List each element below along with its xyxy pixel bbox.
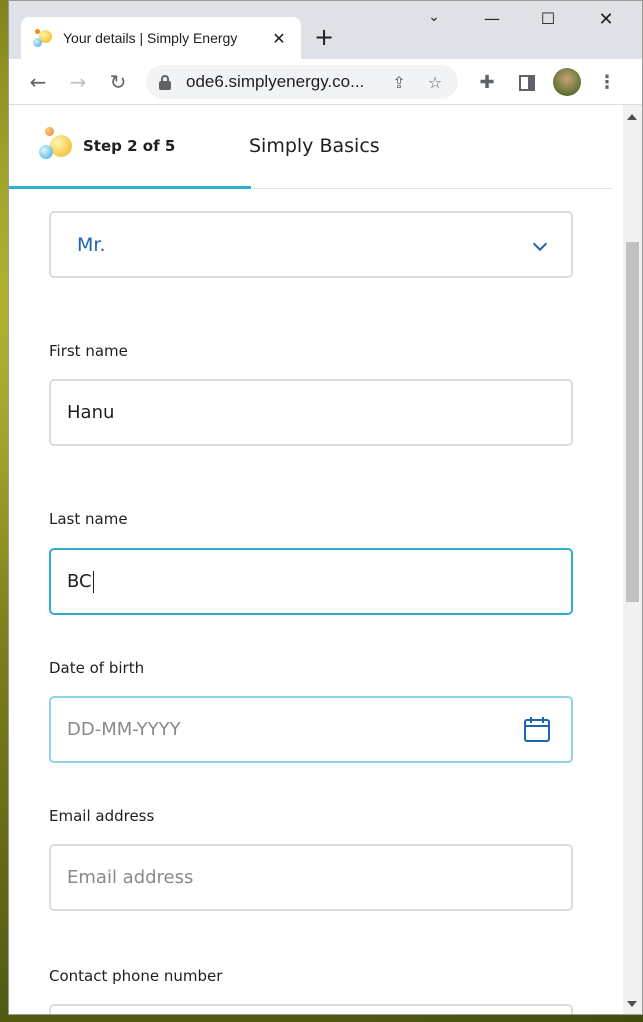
more-menu-icon[interactable]: ⋮: [595, 71, 619, 95]
side-panel-icon[interactable]: [515, 71, 539, 95]
contact-phone-field[interactable]: [49, 1004, 573, 1014]
email-label: Email address: [49, 807, 155, 825]
scroll-up-arrow-icon[interactable]: [627, 114, 637, 120]
browser-toolbar: ← → ↻ ode6.simplyenergy.co... ⇪ ☆ ✚ ⋮: [9, 59, 642, 105]
close-window-button[interactable]: ✕: [591, 9, 621, 33]
title-select-value: Mr.: [77, 233, 106, 256]
page-scrollbar[interactable]: [623, 105, 642, 1014]
details-form: Mr. First name Hanu Last name BC Date of…: [49, 211, 573, 1014]
simply-energy-favicon-icon: [33, 28, 53, 48]
simply-energy-logo-icon: [39, 127, 73, 161]
chevron-down-icon[interactable]: [532, 236, 548, 252]
plan-name: Simply Basics: [249, 135, 380, 157]
lock-icon[interactable]: [158, 75, 172, 90]
scroll-down-arrow-icon[interactable]: [627, 1001, 637, 1007]
scrollbar-thumb[interactable]: [626, 242, 639, 602]
contact-phone-label: Contact phone number: [49, 967, 223, 985]
step-indicator: Step 2 of 5: [83, 137, 176, 155]
step-progress-bar: Step 2 of 5 Simply Basics: [9, 105, 613, 189]
title-select[interactable]: Mr.: [49, 211, 573, 278]
url-text[interactable]: ode6.simplyenergy.co...: [186, 72, 374, 92]
browser-window: Your details | Simply Energy ✕ + ⌄ — ☐ ✕…: [8, 0, 643, 1015]
minimize-button[interactable]: —: [477, 9, 507, 33]
tab-strip: Your details | Simply Energy ✕ + ⌄ — ☐ ✕: [9, 1, 642, 59]
forward-arrow-icon[interactable]: →: [65, 69, 91, 95]
last-name-label: Last name: [49, 510, 128, 528]
address-bar[interactable]: ode6.simplyenergy.co... ⇪ ☆: [146, 65, 458, 99]
first-name-field[interactable]: Hanu: [49, 379, 573, 446]
text-cursor: [92, 570, 95, 593]
tab-close-icon[interactable]: ✕: [269, 29, 289, 48]
profile-avatar[interactable]: [553, 68, 581, 96]
bookmark-star-icon[interactable]: ☆: [424, 73, 446, 92]
maximize-button[interactable]: ☐: [533, 9, 563, 33]
share-icon[interactable]: ⇪: [388, 73, 410, 92]
first-name-value: Hanu: [67, 402, 115, 423]
email-placeholder: Email address: [67, 867, 194, 888]
first-name-label: First name: [49, 342, 128, 360]
page-content: Step 2 of 5 Simply Basics Mr. First name…: [9, 105, 613, 1014]
date-of-birth-label: Date of birth: [49, 659, 145, 677]
last-name-value: BC: [67, 571, 92, 592]
date-of-birth-field[interactable]: DD-MM-YYYY: [49, 696, 573, 763]
last-name-field[interactable]: BC: [49, 548, 573, 615]
calendar-icon[interactable]: [523, 715, 551, 743]
date-of-birth-placeholder: DD-MM-YYYY: [67, 719, 181, 740]
tab-search-icon[interactable]: ⌄: [419, 9, 449, 33]
new-tab-button[interactable]: +: [314, 25, 334, 49]
email-field[interactable]: Email address: [49, 844, 573, 911]
step-progress-underline: [9, 186, 251, 189]
back-arrow-icon[interactable]: ←: [25, 69, 51, 95]
tab-title: Your details | Simply Energy: [63, 30, 238, 46]
extensions-puzzle-icon[interactable]: ✚: [475, 71, 499, 95]
browser-tab[interactable]: Your details | Simply Energy ✕: [21, 17, 301, 59]
reload-icon[interactable]: ↻: [105, 69, 131, 95]
